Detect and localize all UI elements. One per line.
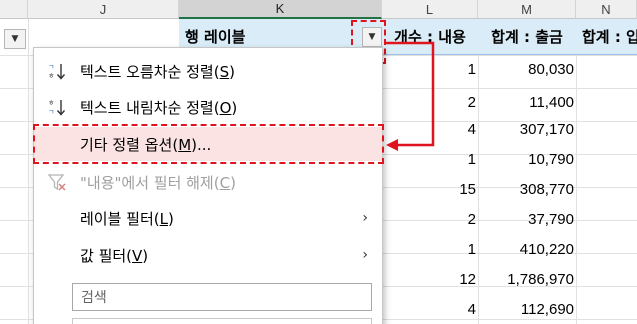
clear-filter-label: "내용"에서 필터 해제(C) (80, 173, 236, 192)
svg-text:ㅎ: ㅎ (48, 99, 54, 107)
count-cell[interactable]: 2 (382, 94, 476, 111)
svg-text:ㄱ: ㄱ (48, 63, 54, 71)
sort-descending-label: 텍스트 내림차순 정렬(O) (80, 98, 238, 117)
column-header-n[interactable]: N (576, 0, 637, 19)
sort-filter-menu: ㄱ ㅎ 텍스트 오름차순 정렬(S) ㅎ ㄱ 텍스트 내림차순 정렬(O) 기타… (33, 47, 383, 324)
sort-ascending-item[interactable]: ㄱ ㅎ 텍스트 오름차순 정렬(S) (34, 54, 382, 88)
column-header-k[interactable]: K (179, 0, 382, 19)
sum-in-header: 합계 : 입 (576, 19, 637, 55)
count-header-text: 개수 : 내용 (394, 28, 466, 46)
row-label-text: 행 레이블 (185, 28, 246, 46)
sum-out-header: 합계 : 출금 (478, 19, 576, 55)
count-cell[interactable]: 1 (382, 61, 476, 78)
amount-cell[interactable]: 10,790 (478, 151, 574, 168)
sum-out-header-text: 합계 : 출금 (491, 28, 563, 46)
amount-cell[interactable]: 11,400 (478, 94, 574, 111)
sort-ascending-label: 텍스트 오름차순 정렬(S) (80, 62, 235, 81)
clear-filter-icon (46, 171, 68, 193)
column-header-m[interactable]: M (478, 0, 576, 19)
label-filter-item[interactable]: 레이블 필터(L) › (34, 201, 382, 235)
column-header-j[interactable]: J (28, 0, 179, 19)
column-header-l[interactable]: L (382, 0, 478, 19)
search-input[interactable]: 검색 (72, 283, 372, 311)
sort-ascending-icon: ㄱ ㅎ (46, 60, 68, 82)
clear-filter-item[interactable]: "내용"에서 필터 해제(C) (34, 165, 382, 199)
chevron-right-icon: › (362, 210, 368, 226)
amount-cell[interactable]: 410,220 (478, 241, 574, 258)
column-header-left-partial[interactable] (0, 0, 28, 19)
search-placeholder: 검색 (81, 290, 107, 306)
sort-descending-item[interactable]: ㅎ ㄱ 텍스트 내림차순 정렬(O) (34, 90, 382, 124)
sort-descending-icon: ㅎ ㄱ (46, 96, 68, 118)
chevron-right-icon: › (362, 247, 368, 263)
count-cell[interactable]: 4 (382, 121, 476, 138)
count-cell[interactable]: 12 (382, 271, 476, 288)
count-cell[interactable]: 15 (382, 181, 476, 198)
grid-line (28, 19, 29, 324)
value-filter-label: 값 필터(V) (80, 246, 149, 265)
count-cell[interactable]: 4 (382, 301, 476, 318)
svg-text:ㅎ: ㅎ (48, 72, 54, 80)
amount-cell[interactable]: 37,790 (478, 211, 574, 228)
count-cell[interactable]: 1 (382, 151, 476, 168)
amount-cell[interactable]: 112,690 (478, 301, 574, 318)
amount-cell[interactable]: 80,030 (478, 61, 574, 78)
amount-cell[interactable]: 307,170 (478, 121, 574, 138)
grid-line (576, 19, 577, 324)
amount-cell[interactable]: 1,786,970 (478, 271, 574, 288)
count-cell[interactable]: 1 (382, 241, 476, 258)
count-cell[interactable]: 2 (382, 211, 476, 228)
svg-text:ㄱ: ㄱ (48, 108, 54, 116)
annotation-box-more-sort (33, 124, 384, 164)
filter-dropdown-button[interactable]: ▼ (4, 29, 26, 49)
count-header: 개수 : 내용 (382, 19, 478, 55)
filter-values-list[interactable] (72, 318, 372, 324)
amount-cell[interactable]: 308,770 (478, 181, 574, 198)
sum-in-header-text: 합계 : 입 (582, 28, 637, 46)
label-filter-label: 레이블 필터(L) (80, 209, 174, 228)
chevron-down-icon: ▼ (11, 34, 19, 44)
value-filter-item[interactable]: 값 필터(V) › (34, 238, 382, 272)
